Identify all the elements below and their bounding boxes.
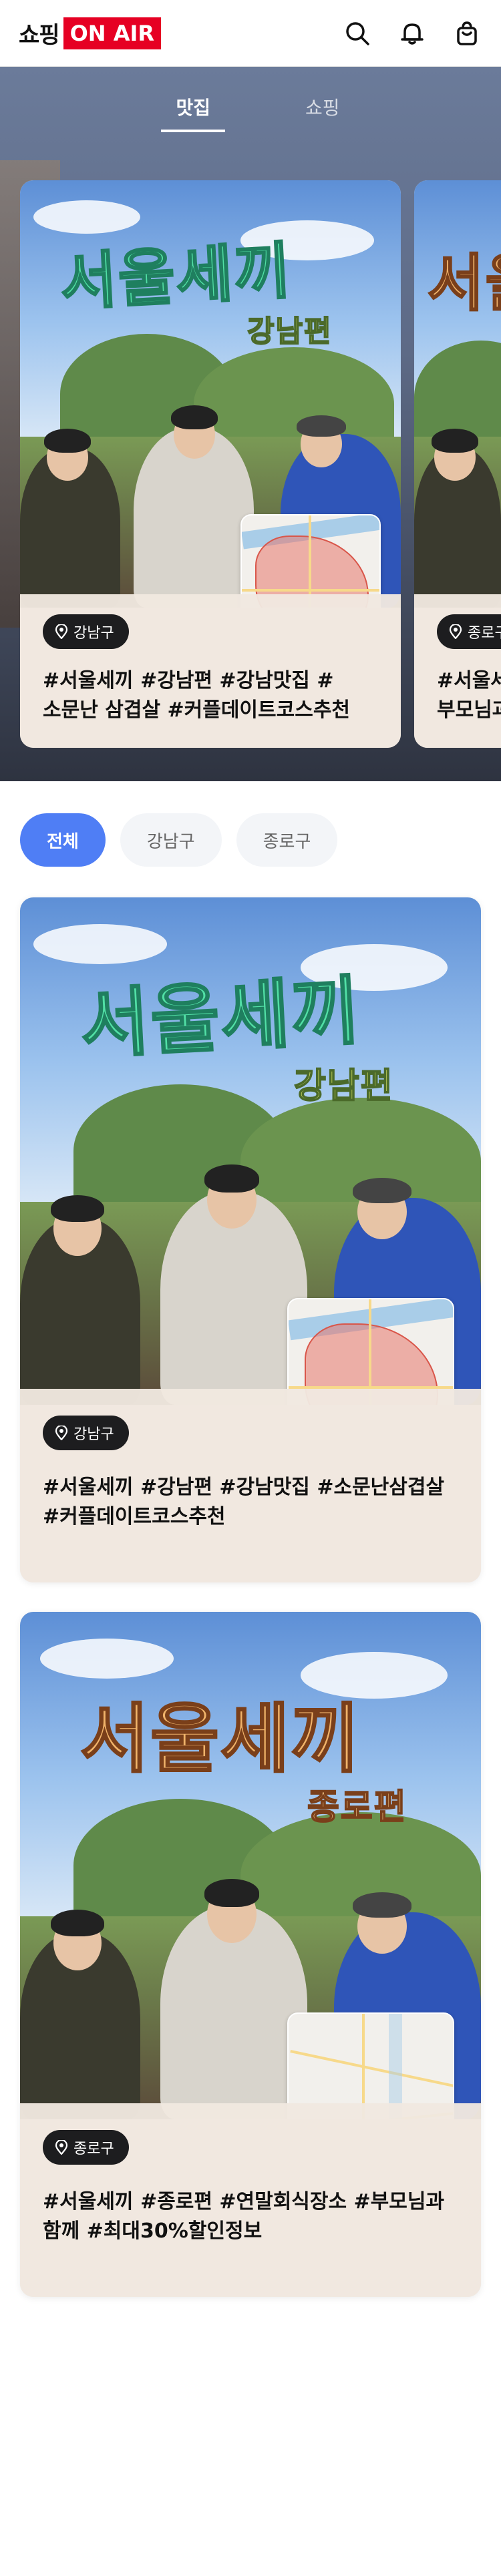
card-caption: 강남구 #서울세끼 #강남편 #강남맛집 #소문난삼겹살 #커플데이트코스추천: [20, 1389, 481, 1582]
hashtags: #서울세끼 #종로편 #연말회식장소 #부모님과: [437, 669, 501, 722]
tab-restaurants[interactable]: 맛집: [161, 93, 225, 132]
location-label: 강남구: [73, 625, 114, 642]
location-label: 강남구: [73, 1426, 114, 1443]
card-thumbnail: 서울세끼 강남편: [20, 897, 481, 1405]
hero-section: 맛집 쇼핑 서울세끼 강남편 강남구 #서울세끼 #강남편 #강남맛집 #소문난…: [0, 67, 501, 781]
shopping-bag-icon[interactable]: [452, 18, 482, 49]
card-thumbnail: 서울세끼: [414, 180, 501, 608]
tab-shopping[interactable]: 쇼핑: [305, 93, 340, 132]
show-title-art: 서울세끼: [77, 966, 364, 1070]
location-pin-icon: [55, 624, 68, 639]
region-filter-chips: 전체 강남구 종로구: [20, 813, 338, 867]
list-card[interactable]: 서울세끼 강남편 강남구 #서울세끼 #강남편 #강남맛집 #소문난삼겹살 #커…: [20, 897, 481, 1582]
location-pill: 강남구: [43, 1416, 129, 1450]
location-pin-icon: [55, 1426, 68, 1440]
hashtags: #서울세끼 #종로편 #연말회식장소 #부모님과 함께 #최대30%할인정보: [43, 2190, 445, 2243]
filter-gangnam[interactable]: 강남구: [120, 813, 222, 867]
show-title-art: 서울세끼: [79, 1695, 361, 1784]
show-subtitle-art: 강남편: [246, 314, 333, 349]
list-card[interactable]: 서울세끼 종로편 종로구 #서울세끼 #종로편 #연말회식장소 #부모님과 함께…: [20, 1612, 481, 2297]
on-air-badge: ON AIR: [63, 17, 161, 49]
filter-all[interactable]: 전체: [20, 813, 106, 867]
location-pill: 강남구: [43, 614, 129, 649]
filter-jongno[interactable]: 종로구: [236, 813, 338, 867]
location-pill: 종로구: [437, 614, 501, 649]
category-tabs: 맛집 쇼핑: [0, 93, 501, 132]
show-subtitle-art: 강남편: [293, 1065, 394, 1107]
show-subtitle-art: 종로편: [307, 1786, 407, 1828]
show-title-art: 서울세끼: [427, 246, 501, 320]
location-pin-icon: [55, 2140, 68, 2155]
hero-card[interactable]: 서울세끼 강남편 강남구 #서울세끼 #강남편 #강남맛집 #소문난 삼겹살 #…: [20, 180, 401, 748]
logo-text: 쇼핑: [19, 22, 60, 49]
hero-card-next[interactable]: 서울세끼 종로구 #서울세끼 #종로편 #연말회식장소 #부모님과: [414, 180, 501, 748]
logo[interactable]: 쇼핑 ON AIR: [19, 17, 161, 49]
top-header: 쇼핑 ON AIR: [0, 0, 501, 67]
location-pin-icon: [449, 624, 462, 639]
card-caption: 종로구 #서울세끼 #종로편 #연말회식장소 #부모님과: [414, 594, 501, 748]
location-pill: 종로구: [43, 2130, 129, 2165]
location-label: 종로구: [468, 625, 501, 642]
hashtags: #서울세끼 #강남편 #강남맛집 #소문난삼겹살 #커플데이트코스추천: [43, 1476, 445, 1528]
card-thumbnail: 서울세끼 종로편: [20, 1612, 481, 2119]
bell-icon[interactable]: [397, 18, 428, 49]
card-caption: 종로구 #서울세끼 #종로편 #연말회식장소 #부모님과 함께 #최대30%할인…: [20, 2103, 481, 2297]
card-caption: 강남구 #서울세끼 #강남편 #강남맛집 #소문난 삼겹살 #커플데이트코스추천: [20, 594, 401, 748]
location-label: 종로구: [73, 2141, 114, 2157]
search-icon[interactable]: [342, 18, 373, 49]
card-thumbnail: 서울세끼 강남편: [20, 180, 401, 608]
map-thumbnail: [240, 514, 381, 608]
hashtags: #서울세끼 #강남편 #강남맛집 #소문난 삼겹살 #커플데이트코스추천: [43, 669, 351, 722]
